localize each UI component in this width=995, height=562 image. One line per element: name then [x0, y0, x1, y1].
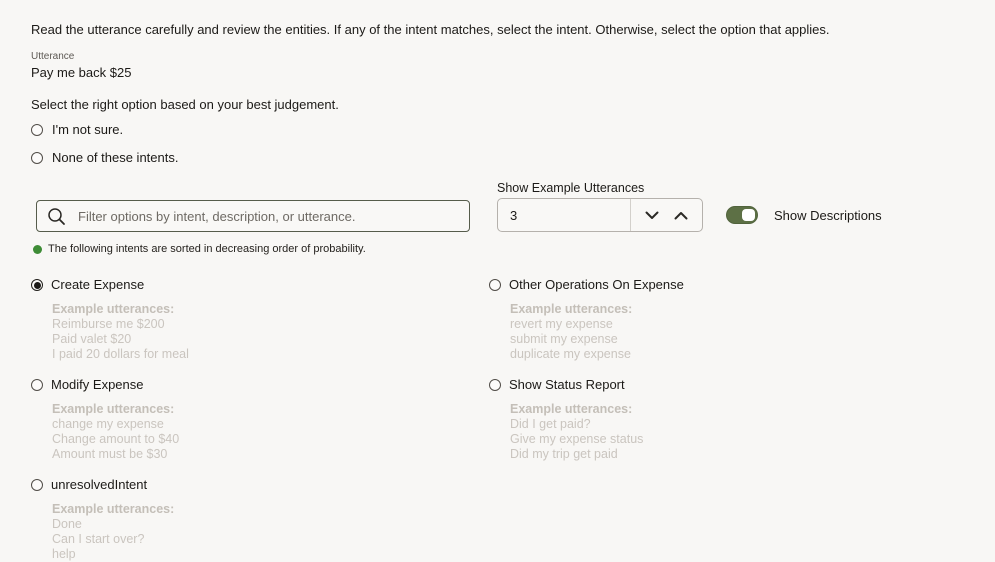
intent-radio-row[interactable]: Create Expense: [31, 277, 489, 293]
radio-icon[interactable]: [489, 279, 501, 291]
utterance-value: Pay me back $25: [31, 65, 132, 80]
option-im-not-sure[interactable]: I'm not sure.: [31, 122, 995, 138]
option-label: I'm not sure.: [52, 122, 124, 137]
example-utterance: revert my expense: [510, 317, 613, 331]
example-utterance: Paid valet $20: [52, 332, 132, 346]
example-count-select[interactable]: 3: [497, 198, 703, 232]
example-utterance: Did I get paid?: [510, 417, 591, 431]
chevron-up-icon[interactable]: [674, 211, 688, 220]
example-utterances: Example utterances: Reimburse me $200 Pa…: [52, 302, 489, 362]
examples-heading: Example utterances:: [52, 402, 175, 416]
chevron-down-icon[interactable]: [645, 211, 659, 220]
intent-option-modify-expense[interactable]: Modify Expense Example utterances: chang…: [31, 377, 489, 462]
examples-heading: Example utterances:: [510, 302, 633, 316]
show-descriptions-group: Show Descriptions: [726, 206, 882, 224]
intent-label: Create Expense: [51, 277, 145, 292]
intent-label: Other Operations On Expense: [509, 277, 684, 292]
examples-heading: Example utterances:: [52, 302, 175, 316]
sort-order-note: The following intents are sorted in decr…: [33, 243, 995, 255]
intent-label: Show Status Report: [509, 377, 625, 392]
intent-radio-row[interactable]: Other Operations On Expense: [489, 277, 995, 293]
search-icon: [47, 207, 66, 226]
intent-label: unresolvedIntent: [51, 477, 148, 492]
radio-icon[interactable]: [31, 279, 43, 291]
intent-radio-row[interactable]: Show Status Report: [489, 377, 995, 393]
radio-icon[interactable]: [31, 479, 43, 491]
example-utterance: Change amount to $40: [52, 432, 180, 446]
utterance-block: Utterance Pay me back $25: [31, 51, 995, 81]
example-utterance: Can I start over?: [52, 532, 145, 546]
example-count-label: Show Example Utterances: [497, 181, 645, 195]
example-utterance: Amount must be $30: [52, 447, 168, 461]
intent-radio-row[interactable]: Modify Expense: [31, 377, 489, 393]
example-utterances: Example utterances: Did I get paid? Give…: [510, 402, 995, 462]
example-utterance: duplicate my expense: [510, 347, 631, 361]
intent-label: Modify Expense: [51, 377, 144, 392]
filter-input-box[interactable]: [36, 200, 470, 232]
controls-row: Show Example Utterances 3: [31, 181, 995, 232]
example-utterance: change my expense: [52, 417, 164, 431]
intent-option-create-expense[interactable]: Create Expense Example utterances: Reimb…: [31, 277, 489, 362]
intent-option-unresolvedintent[interactable]: unresolvedIntent Example utterances: Don…: [31, 477, 489, 562]
radio-icon[interactable]: [31, 152, 43, 164]
selection-prompt: Select the right option based on your be…: [31, 97, 339, 112]
example-utterance: Did my trip get paid: [510, 447, 618, 461]
intent-labeling-page: Read the utterance carefully and review …: [0, 0, 995, 562]
option-none-of-these-intents[interactable]: None of these intents.: [31, 150, 995, 166]
utterance-label: Utterance: [31, 51, 75, 62]
radio-icon[interactable]: [31, 124, 43, 136]
example-utterance: help: [52, 547, 76, 561]
example-utterance: Reimburse me $200: [52, 317, 165, 331]
example-utterance: submit my expense: [510, 332, 618, 346]
show-descriptions-label: Show Descriptions: [774, 207, 882, 223]
example-count-value: 3: [510, 207, 518, 223]
examples-heading: Example utterances:: [52, 502, 175, 516]
toggle-knob: [742, 209, 755, 221]
example-utterance: Give my expense status: [510, 432, 644, 446]
intent-option-other-operations-on-expense[interactable]: Other Operations On Expense Example utte…: [489, 277, 995, 362]
examples-heading: Example utterances:: [510, 402, 633, 416]
radio-icon[interactable]: [489, 379, 501, 391]
example-utterances: Example utterances: revert my expense su…: [510, 302, 995, 362]
show-descriptions-toggle[interactable]: [726, 206, 758, 224]
example-utterances: Example utterances: change my expense Ch…: [52, 402, 489, 462]
option-label: None of these intents.: [52, 150, 179, 165]
example-utterances: Example utterances: Done Can I start ove…: [52, 502, 489, 562]
intent-option-show-status-report[interactable]: Show Status Report Example utterances: D…: [489, 377, 995, 462]
intent-options-grid: Create Expense Example utterances: Reimb…: [31, 277, 995, 562]
info-dot-icon: [33, 244, 42, 254]
intent-radio-row[interactable]: unresolvedIntent: [31, 477, 489, 493]
example-utterance: Done: [52, 517, 82, 531]
spinner-buttons: [630, 199, 702, 231]
note-text: The following intents are sorted in decr…: [48, 243, 366, 255]
example-utterance: I paid 20 dollars for meal: [52, 347, 189, 361]
task-instruction: Read the utterance carefully and review …: [31, 22, 830, 37]
filter-input[interactable]: [76, 207, 459, 225]
radio-icon[interactable]: [31, 379, 43, 391]
example-count-group: Show Example Utterances 3: [497, 181, 703, 232]
